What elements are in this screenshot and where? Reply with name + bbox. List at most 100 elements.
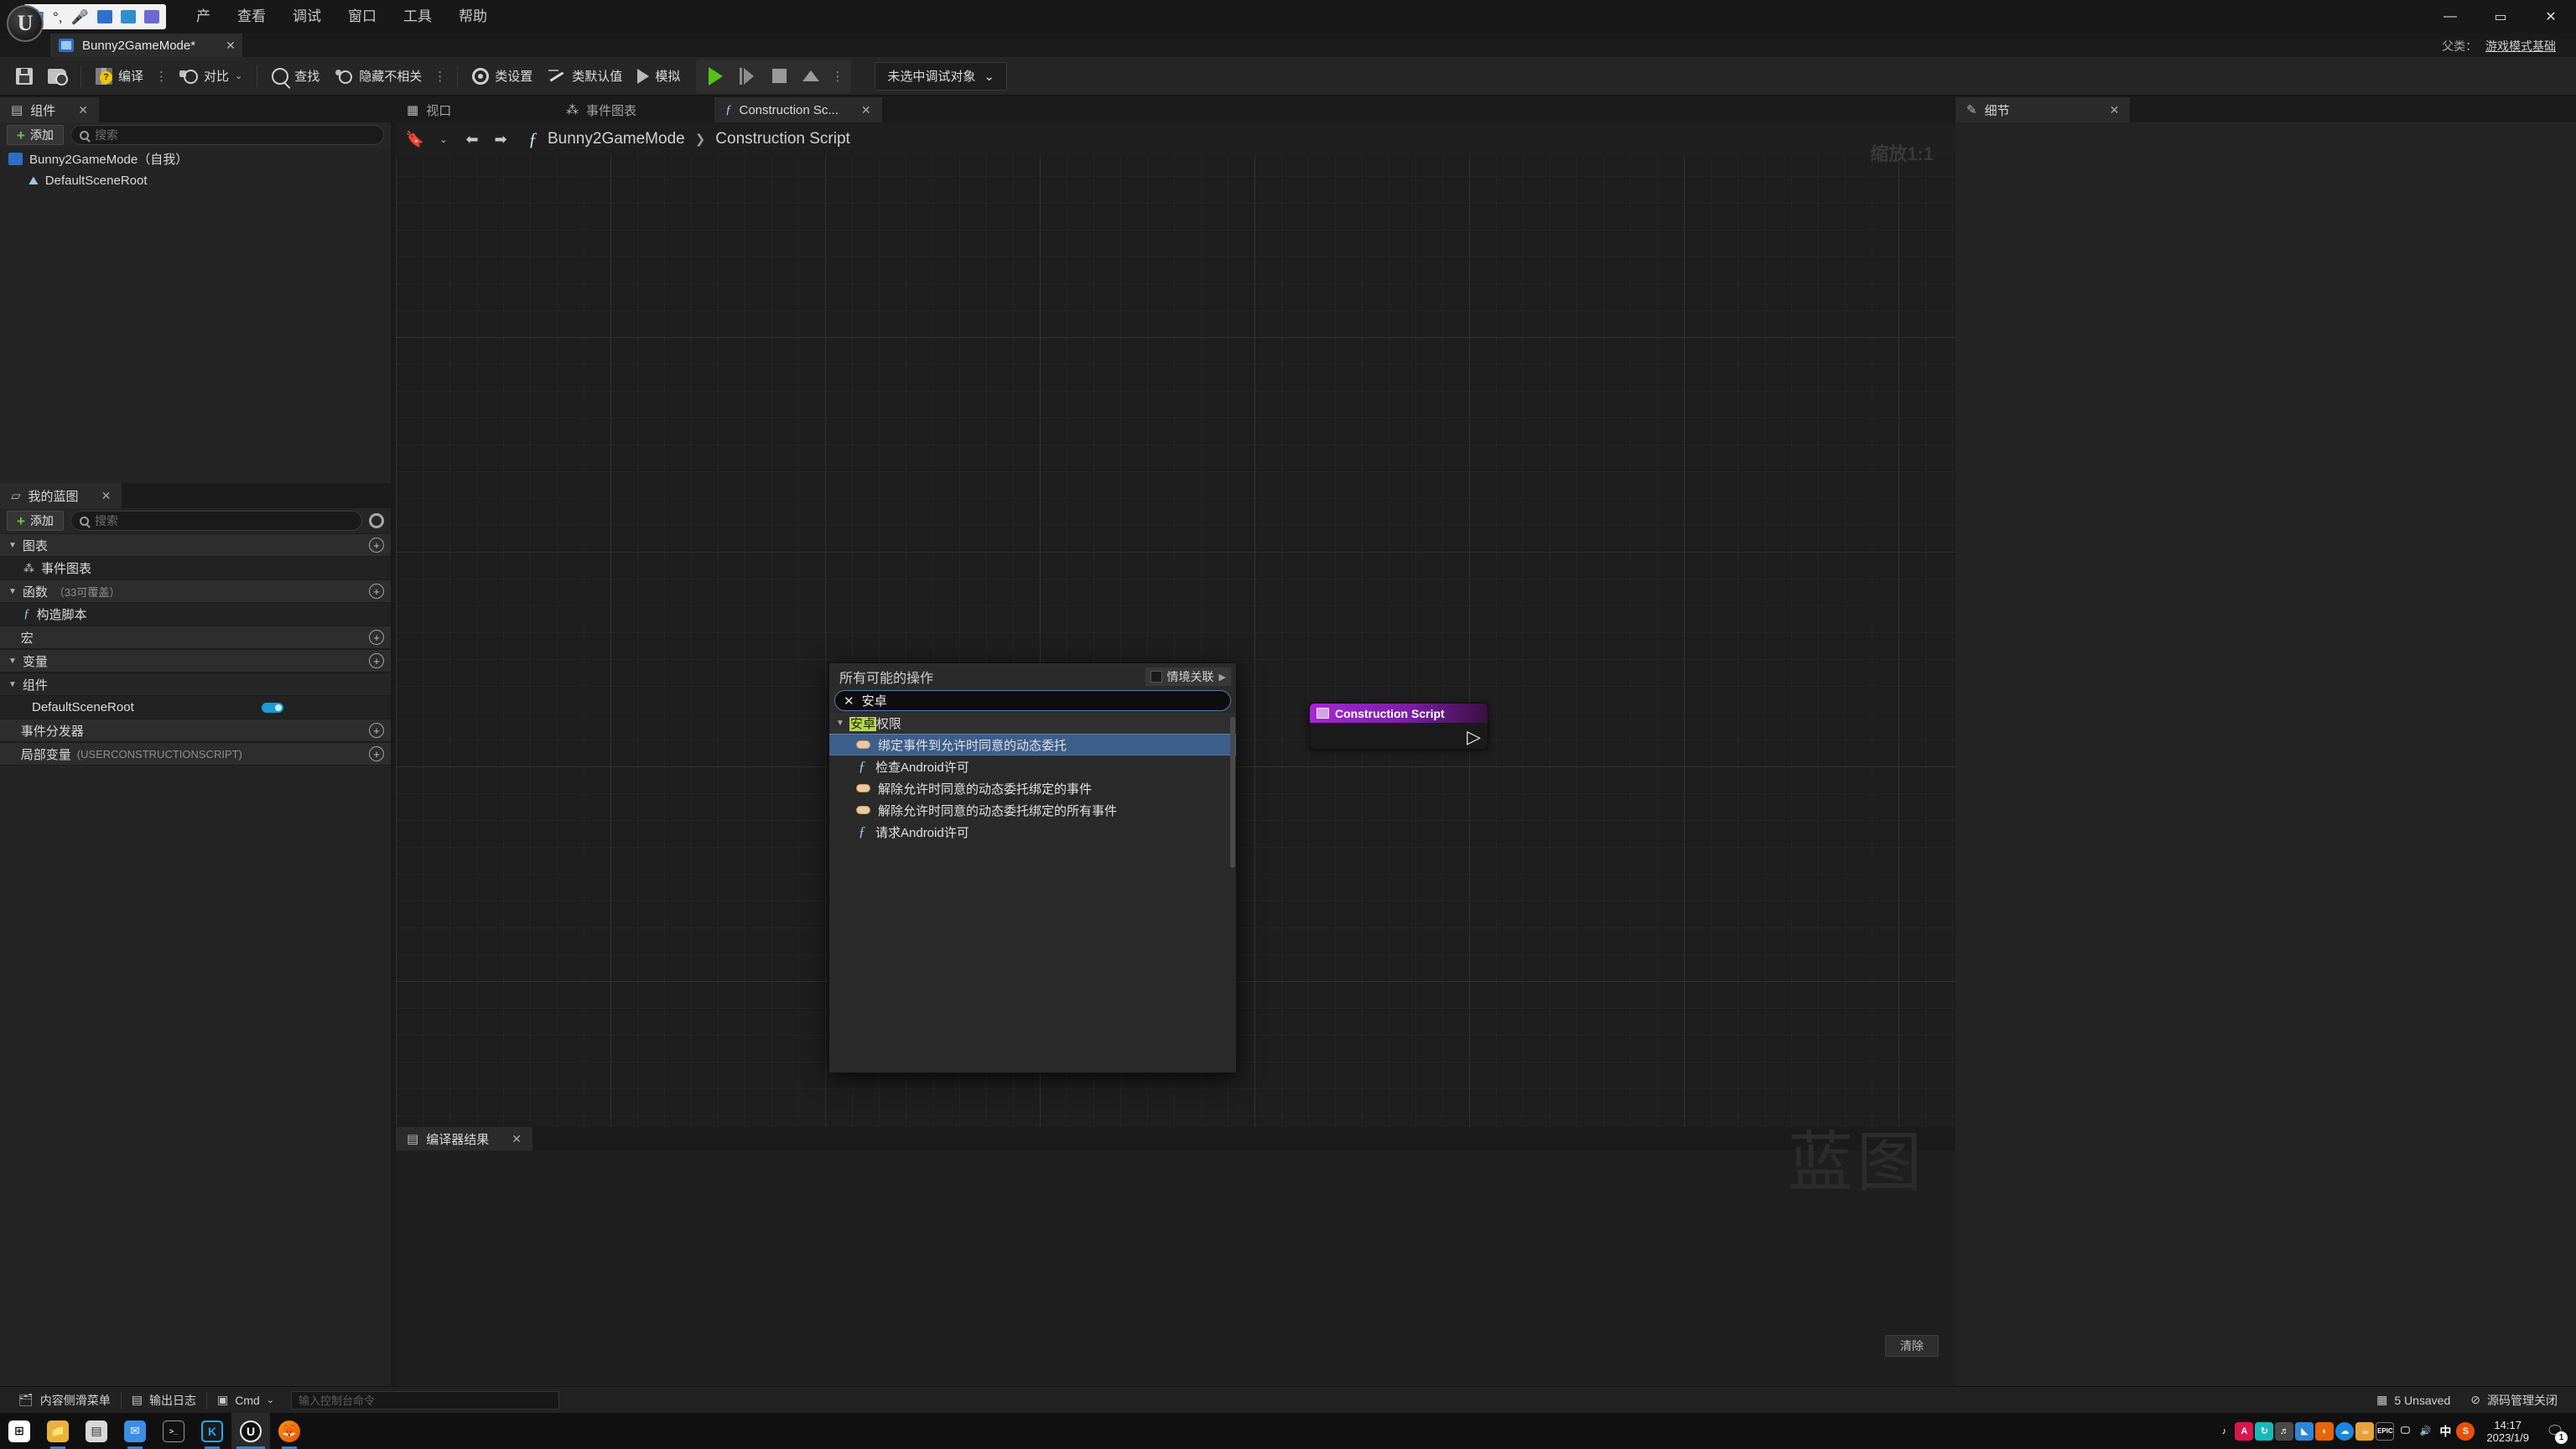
action-item-unbind-event-from-permission-granted[interactable]: 解除允许时同意的动态委托绑定的事件 [829,777,1236,799]
tab-details[interactable]: ✎ 细节 ✕ [1955,97,2130,122]
menu-tools[interactable]: 工具 [390,0,445,34]
firefox-icon[interactable]: 🦊 [270,1413,309,1449]
checkbox-icon[interactable] [1150,671,1162,683]
ime-punctuation-icon[interactable]: °, [53,10,63,24]
action-menu-list[interactable]: ▼ 安卓权限 绑定事件到允许时同意的动态委托 ƒ 检查Android许可 解除允… [829,711,1236,1072]
tab-components[interactable]: ▤ 组件 ✕ [0,97,99,122]
java-icon[interactable]: ☕ [2355,1422,2374,1441]
tiktok-icon[interactable]: ♪ [2215,1422,2233,1441]
add-macro-button[interactable]: + [369,630,384,645]
parent-class-value[interactable]: 游戏模式基础 [2485,39,2556,53]
class-settings-button[interactable]: 类设置 [465,60,540,93]
cloud-icon[interactable]: ☁ [2335,1422,2354,1441]
chevron-down-icon[interactable]: ⌄ [267,1394,274,1405]
action-item-request-android-permission[interactable]: ƒ 请求Android许可 [829,821,1236,843]
add-function-button[interactable]: + [369,584,384,599]
components-search-input[interactable]: 搜索 [70,125,384,145]
section-local-variables[interactable]: ▶ 局部变量 (USERCONSTRUCTIONSCRIPT) + [0,742,391,766]
breadcrumb-root[interactable]: Bunny2GameMode [548,130,685,148]
section-macros[interactable]: ▶ 宏 + [0,626,391,649]
start-icon[interactable]: ⊞ [0,1413,39,1449]
section-event-dispatchers[interactable]: ▶ 事件分发器 + [0,719,391,742]
context-sensitive-toggle[interactable]: 情境关联 ▶ [1145,667,1231,686]
menu-assets[interactable]: 产 [183,0,224,34]
console-command-input[interactable]: 输入控制台命令 [291,1391,559,1410]
tab-event-graph[interactable]: ⁂ 事件图表 [555,97,714,122]
compile-button[interactable]: 编译 [88,60,151,93]
class-defaults-button[interactable]: 类默认值 [540,60,630,93]
list-item-event-graph[interactable]: ⁂ 事件图表 [0,557,391,579]
tab-viewport[interactable]: ▦ 视口 [396,97,555,122]
defaultsceneroot-visibility-toggle[interactable] [262,703,283,713]
close-icon[interactable]: ✕ [226,39,236,53]
edge-icon[interactable]: ◐ [2315,1422,2334,1441]
books-icon[interactable]: ▤ [77,1413,116,1449]
terminal-icon[interactable]: >_ [154,1413,193,1449]
action-item-unbind-all-events-from-permission-granted[interactable]: 解除允许时同意的动态委托绑定的所有事件 [829,799,1236,821]
audio-icon[interactable]: ♬ [2275,1422,2293,1441]
blueprint-action-menu[interactable]: 所有可能的操作 情境关联 ▶ ✕ 安卓 ▼ 安卓权限 绑定事件到允许时同意的动态… [828,662,1237,1073]
chevron-down-icon[interactable]: ▼ [8,657,17,666]
add-event-dispatcher-button[interactable]: + [369,723,384,738]
close-icon[interactable]: ✕ [512,1132,522,1146]
chevron-right-icon[interactable]: ▶ [1219,672,1226,683]
my-blueprint-search-input[interactable]: 搜索 [70,511,362,531]
shirt-icon[interactable] [121,10,136,23]
chevron-down-icon[interactable]: ▼ [8,680,17,689]
sogou-icon[interactable]: S [2456,1422,2475,1441]
chevron-down-icon[interactable]: ⌄ [984,69,995,84]
list-item-defaultsceneroot-var[interactable]: DefaultSceneRoot [0,696,391,719]
blender-icon[interactable]: ◣ [2295,1422,2314,1441]
add-component-button[interactable]: + 添加 [7,125,64,145]
taskbar-clock[interactable]: 14:17 2023/1/9 [2476,1419,2539,1444]
compile-options-icon[interactable]: ⋮ [151,69,172,84]
content-drawer-button[interactable]: 🗂 内容侧滑菜单 [8,1389,121,1411]
chevron-down-icon[interactable]: ▼ [8,541,17,550]
section-variables[interactable]: ▼ 变量 + [0,649,391,673]
play-options-icon[interactable]: ⋮ [827,69,848,84]
maximize-button[interactable]: ▭ [2475,0,2526,34]
debug-object-selector[interactable]: 未选中调试对象 ⌄ [875,62,1007,91]
close-icon[interactable]: ✕ [78,103,88,117]
step-button[interactable] [731,62,763,91]
action-menu-scrollbar[interactable] [1230,717,1235,868]
apps-icon[interactable] [144,10,159,23]
ime-cn-icon[interactable]: 中 [2436,1422,2454,1441]
ime-toolbar[interactable]: 中 °, 🎤 [23,4,166,29]
bookmark-icon[interactable]: 🔖 [402,127,428,152]
nav-back-button[interactable]: ⬅ [460,127,485,152]
tab-my-blueprint[interactable]: ▱ 我的蓝图 ✕ [0,483,122,508]
add-blueprint-item-button[interactable]: + 添加 [7,511,64,531]
menu-debug[interactable]: 调试 [279,0,335,34]
autodesk-icon[interactable]: A [2235,1422,2253,1441]
minimize-button[interactable]: — [2425,0,2475,34]
add-variable-button[interactable]: + [369,653,384,668]
output-log-button[interactable]: ▤ 输出日志 [122,1389,206,1411]
close-button[interactable]: ✕ [2526,0,2576,34]
chevron-down-icon[interactable]: ▼ [836,719,844,728]
chevron-down-icon[interactable]: ▼ [8,587,17,596]
play-button[interactable] [699,62,731,91]
document-tab-bunny2gamemode[interactable]: Bunny2GameMode* ✕ [50,34,242,57]
clear-search-icon[interactable]: ✕ [844,693,854,709]
exec-output-pin-icon[interactable]: ▷ [1467,729,1481,747]
cmd-mode-selector[interactable]: ▣ Cmd ⌄ [207,1389,284,1411]
foxmail-icon[interactable]: ✉ [116,1413,154,1449]
add-local-variable-button[interactable]: + [369,746,384,761]
close-icon[interactable]: ✕ [861,103,871,117]
browse-button[interactable] [40,60,74,93]
microphone-icon[interactable]: 🎤 [71,10,89,24]
action-item-check-android-permission[interactable]: ƒ 检查Android许可 [829,756,1236,777]
eject-button[interactable] [795,62,827,91]
action-category-android-permission[interactable]: ▼ 安卓权限 [829,713,1236,734]
section-components[interactable]: ▼ 组件 [0,673,391,696]
add-graph-button[interactable]: + [369,538,384,553]
simulate-button[interactable]: 模拟 [630,60,688,93]
unreal-icon[interactable]: U [231,1413,270,1449]
tree-item-defaultsceneroot[interactable]: ⛰ DefaultSceneRoot [0,169,391,191]
kugou-icon[interactable]: K [193,1413,231,1449]
keyboard-icon[interactable] [97,10,112,23]
unsaved-assets-button[interactable]: ▦ 5 Unsaved [2366,1389,2460,1411]
notification-center-icon[interactable]: 🗨 1 [2541,1413,2569,1449]
display-icon[interactable]: 🖵 [2396,1422,2414,1441]
